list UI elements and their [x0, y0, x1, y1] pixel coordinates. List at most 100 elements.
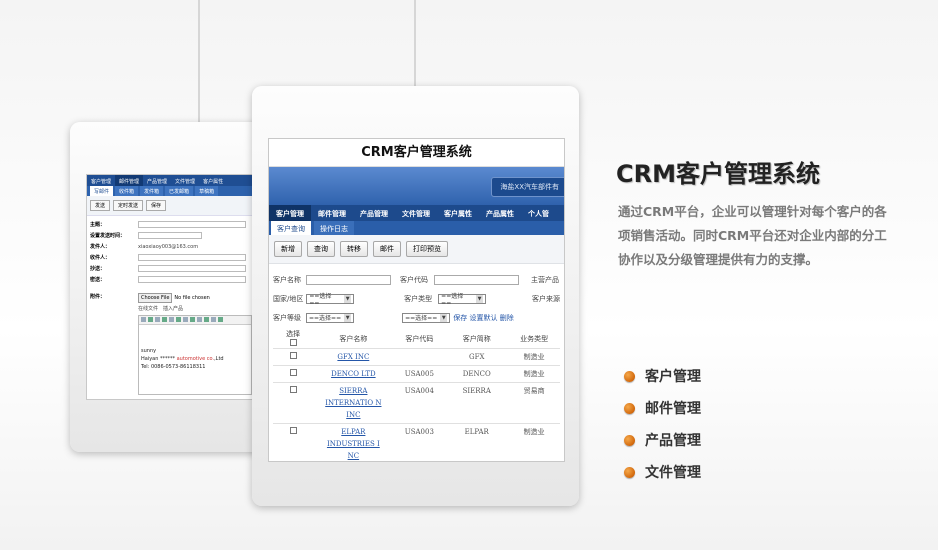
email-body-editor[interactable]: sunny Haiyan ****** automotive co.,Ltd T…	[138, 315, 252, 395]
customer-short-cell: DENCO	[445, 365, 509, 383]
chevron-down-icon: ▼	[476, 294, 483, 303]
customer-name-link[interactable]: GFX INC	[313, 348, 394, 366]
tab-operation-log[interactable]: 操作日志	[314, 221, 354, 235]
page-description: 通过CRM平台，企业可以管理针对每个客户的各项销售活动。同时CRM平台还对企业内…	[618, 204, 887, 267]
customer-name-input[interactable]	[306, 274, 391, 285]
business-type-cell: 制造业	[508, 423, 560, 461]
query-button[interactable]: 查询	[307, 241, 335, 257]
bullet-dot-icon	[624, 434, 635, 446]
customer-short-cell: ELPAR	[445, 423, 509, 461]
col-business-type: 业务类型	[520, 334, 549, 343]
row-checkbox[interactable]	[289, 427, 297, 434]
tab-customer-query[interactable]: 客户查询	[271, 221, 311, 235]
signature-company-suffix: ,Ltd	[214, 356, 224, 362]
schedule-label: 设置发送时间：	[90, 233, 126, 239]
table-row[interactable]: GFX INC GFX 制造业	[273, 348, 560, 366]
save-defaults-links[interactable]: 保存 设置默认 删除	[453, 313, 513, 323]
customer-name-link[interactable]: SIERRA INTERNATIO N INC	[313, 382, 394, 424]
nav-customer[interactable]: 客户管理	[87, 175, 115, 186]
nav-customer-attributes[interactable]: 客户属性	[437, 205, 479, 221]
nav-product-management[interactable]: 产品管理	[353, 205, 395, 221]
select-all-checkbox[interactable]	[289, 339, 297, 346]
recipient-input[interactable]	[138, 254, 246, 261]
choose-file-button[interactable]: Choose File	[138, 293, 173, 303]
chevron-down-icon: ▼	[344, 294, 352, 303]
nav-file-management[interactable]: 文件管理	[395, 205, 437, 221]
editor-tool-icon[interactable]	[176, 317, 181, 322]
table-row[interactable]: DENCO LTD USA005 DENCO 制造业	[273, 365, 560, 383]
send-button[interactable]: 发送	[90, 200, 111, 211]
attach-links[interactable]: 在线文件 插入产品	[138, 305, 210, 312]
email-signature: sunny Haiyan ****** automotive co.,Ltd T…	[139, 325, 251, 371]
nav-personal[interactable]: 个人管	[521, 205, 556, 221]
bcc-input[interactable]	[138, 276, 246, 283]
transfer-button[interactable]: 转移	[340, 241, 368, 257]
signature-line: Haiyan ******	[141, 356, 175, 362]
nav-customer-attr[interactable]: 客户属性	[199, 175, 227, 186]
business-type-cell: 制造业	[508, 348, 560, 366]
nav-email[interactable]: 邮件管理	[115, 175, 144, 186]
nav-file[interactable]: 文件管理	[171, 175, 199, 186]
cc-input[interactable]	[138, 265, 246, 272]
bullet-dot-icon	[624, 466, 635, 478]
editor-tool-icon[interactable]	[183, 317, 188, 322]
tab-outbox[interactable]: 发件箱	[140, 186, 164, 196]
editor-tool-icon[interactable]	[211, 317, 216, 322]
chevron-down-icon: ▼	[344, 313, 352, 322]
customer-name-link[interactable]: DENCO LTD	[313, 365, 394, 383]
tab-sent[interactable]: 已发邮箱	[165, 186, 194, 196]
crm-banner: 海盐XX汽车部件有	[269, 167, 564, 205]
tab-inbox[interactable]: 收件箱	[115, 186, 139, 196]
col-customer-short: 客户简称	[462, 334, 491, 343]
bullet-dot-icon	[624, 402, 635, 414]
row-checkbox[interactable]	[289, 386, 297, 393]
saved-query-select[interactable]: ==选择== ▼	[402, 312, 451, 323]
tab-drafts[interactable]: 草稿箱	[195, 186, 219, 196]
crm-sub-tabs: 客户查询 操作日志	[269, 221, 564, 235]
editor-tool-icon[interactable]	[169, 317, 174, 322]
editor-tool-icon[interactable]	[190, 317, 195, 322]
table-row[interactable]: ELPAR INDUSTRIES I NC USA003 ELPAR 制造业	[273, 423, 560, 461]
email-toolbar: 发送 定时发送 保存	[87, 196, 252, 216]
customer-name-link[interactable]: ELPAR INDUSTRIES I NC	[313, 423, 394, 461]
region-select[interactable]: ==选择== ▼	[306, 293, 355, 307]
crm-card: CRM客户管理系统 海盐XX汽车部件有 客户管理 邮件管理 产品管理 文件管理 …	[252, 86, 579, 506]
editor-tool-icon[interactable]	[204, 317, 209, 322]
feature-item-customer: 客户管理	[624, 360, 701, 392]
customer-type-label: 客户类型	[404, 294, 433, 303]
editor-tool-icon[interactable]	[197, 317, 202, 322]
editor-tool-icon[interactable]	[148, 317, 153, 322]
nav-product[interactable]: 产品管理	[143, 175, 171, 186]
nav-customer-management[interactable]: 客户管理	[269, 205, 311, 221]
customer-level-select[interactable]: ==选择== ▼	[306, 312, 355, 323]
add-button[interactable]: 新增	[274, 241, 302, 257]
region-label: 国家/地区	[273, 294, 304, 303]
schedule-input[interactable]	[138, 232, 202, 239]
customer-type-select[interactable]: ==选择== ▼	[438, 293, 486, 307]
customer-code-input[interactable]	[434, 274, 519, 285]
feature-item-product: 产品管理	[624, 424, 701, 456]
crm-main-nav: 客户管理 邮件管理 产品管理 文件管理 客户属性 产品属性 个人管	[269, 205, 564, 221]
cc-label: 抄送：	[90, 266, 106, 272]
save-draft-button[interactable]: 保存	[146, 200, 167, 211]
row-checkbox[interactable]	[289, 369, 297, 376]
subject-input[interactable]	[138, 221, 246, 228]
editor-toolbar	[139, 316, 251, 325]
nav-product-attributes[interactable]: 产品属性	[479, 205, 521, 221]
editor-tool-icon[interactable]	[218, 317, 223, 322]
customer-short-cell: SIERRA	[445, 382, 509, 424]
scheduled-send-button[interactable]: 定时发送	[113, 200, 144, 211]
customer-search-form: 客户名称 客户代码 主营产品 国家/地区 ==选择== ▼ 客户类型 ==选择==…	[269, 264, 564, 461]
editor-tool-icon[interactable]	[141, 317, 146, 322]
table-row[interactable]: SIERRA INTERNATIO N INC USA004 SIERRA 贸易…	[273, 382, 560, 424]
col-customer-name: 客户名称	[339, 334, 368, 343]
editor-tool-icon[interactable]	[162, 317, 167, 322]
print-preview-button[interactable]: 打印预览	[406, 241, 448, 257]
company-tag: 海盐XX汽车部件有	[491, 177, 564, 197]
editor-tool-icon[interactable]	[155, 317, 160, 322]
row-checkbox[interactable]	[289, 352, 297, 359]
nav-email-management[interactable]: 邮件管理	[311, 205, 353, 221]
email-button[interactable]: 邮件	[373, 241, 401, 257]
recipient-label: 收件人：	[90, 255, 111, 261]
tab-compose[interactable]: 写邮件	[90, 186, 114, 196]
